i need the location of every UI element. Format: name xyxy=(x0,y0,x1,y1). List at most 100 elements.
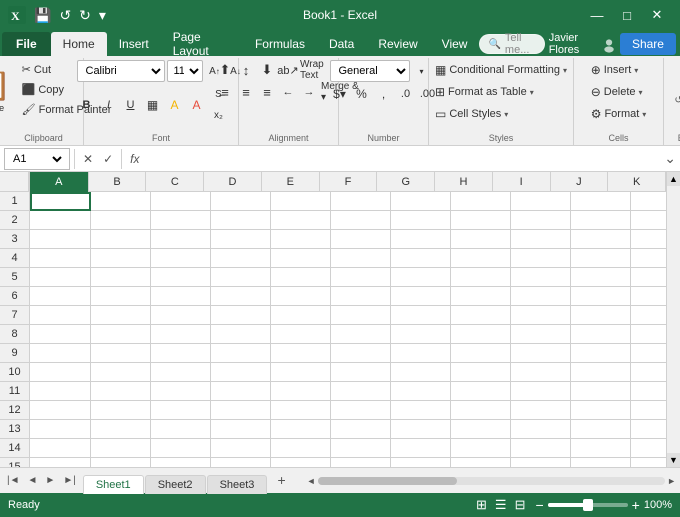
cell-B6[interactable] xyxy=(91,287,151,306)
cell-J2[interactable] xyxy=(571,211,631,230)
cell-H14[interactable] xyxy=(451,439,511,458)
cell-C1[interactable] xyxy=(151,192,211,211)
page-layout-view-btn[interactable]: ☰ xyxy=(493,495,509,515)
cell-A2[interactable] xyxy=(30,211,91,230)
cell-I2[interactable] xyxy=(511,211,571,230)
cell-H12[interactable] xyxy=(451,401,511,420)
cell-D10[interactable] xyxy=(211,363,271,382)
cell-K7[interactable] xyxy=(631,306,666,325)
cell-H2[interactable] xyxy=(451,211,511,230)
cell-B7[interactable] xyxy=(91,306,151,325)
cell-C3[interactable] xyxy=(151,230,211,249)
cell-F3[interactable] xyxy=(331,230,391,249)
cell-A12[interactable] xyxy=(30,401,91,420)
align-middle-btn[interactable]: ↕ xyxy=(236,60,256,80)
cell-F7[interactable] xyxy=(331,306,391,325)
cell-B10[interactable] xyxy=(91,363,151,382)
normal-view-btn[interactable]: ⊞ xyxy=(474,495,489,515)
cell-I12[interactable] xyxy=(511,401,571,420)
col-header-H[interactable]: H xyxy=(435,172,493,192)
scroll-thumb-h[interactable] xyxy=(318,477,457,485)
comma-btn[interactable]: , xyxy=(374,84,394,104)
cell-G2[interactable] xyxy=(391,211,451,230)
cell-J7[interactable] xyxy=(571,306,631,325)
cell-E14[interactable] xyxy=(271,439,331,458)
cell-I9[interactable] xyxy=(511,344,571,363)
col-header-D[interactable]: D xyxy=(204,172,262,192)
fill-color-button[interactable]: A xyxy=(165,95,185,115)
cell-J12[interactable] xyxy=(571,401,631,420)
col-header-A[interactable]: A xyxy=(30,172,89,192)
font-name-select[interactable]: Calibri xyxy=(77,60,165,82)
cell-I7[interactable] xyxy=(511,306,571,325)
cell-E10[interactable] xyxy=(271,363,331,382)
cell-J4[interactable] xyxy=(571,249,631,268)
cell-A5[interactable] xyxy=(30,268,91,287)
format-btn[interactable]: ⚙ Format ▾ xyxy=(584,104,654,124)
cell-G10[interactable] xyxy=(391,363,451,382)
cell-A11[interactable] xyxy=(30,382,91,401)
cell-B5[interactable] xyxy=(91,268,151,287)
cell-K5[interactable] xyxy=(631,268,666,287)
cell-E7[interactable] xyxy=(271,306,331,325)
horizontal-scrollbar[interactable]: ◄ ► xyxy=(303,476,680,486)
cell-D7[interactable] xyxy=(211,306,271,325)
col-header-G[interactable]: G xyxy=(377,172,435,192)
cell-I6[interactable] xyxy=(511,287,571,306)
cell-J5[interactable] xyxy=(571,268,631,287)
cell-K12[interactable] xyxy=(631,401,666,420)
cell-H15[interactable] xyxy=(451,458,511,467)
cell-H8[interactable] xyxy=(451,325,511,344)
cell-J3[interactable] xyxy=(571,230,631,249)
cell-F5[interactable] xyxy=(331,268,391,287)
align-center-btn[interactable]: ≡ xyxy=(236,82,256,102)
indent-decrease-btn[interactable]: ← xyxy=(278,82,298,102)
cell-H5[interactable] xyxy=(451,268,511,287)
formula-input[interactable] xyxy=(147,152,658,166)
cell-reference-select[interactable]: A1 xyxy=(9,152,65,166)
cell-E13[interactable] xyxy=(271,420,331,439)
cell-K8[interactable] xyxy=(631,325,666,344)
sheet-first-btn[interactable]: |◄ xyxy=(4,473,23,488)
cell-D6[interactable] xyxy=(211,287,271,306)
cell-C10[interactable] xyxy=(151,363,211,382)
cell-F1[interactable] xyxy=(331,192,391,211)
cell-C4[interactable] xyxy=(151,249,211,268)
cell-I10[interactable] xyxy=(511,363,571,382)
cell-C8[interactable] xyxy=(151,325,211,344)
cell-E8[interactable] xyxy=(271,325,331,344)
align-left-btn[interactable]: ≡ xyxy=(215,82,235,102)
cell-A3[interactable] xyxy=(30,230,91,249)
cell-K1[interactable] xyxy=(631,192,666,211)
cell-H9[interactable] xyxy=(451,344,511,363)
cell-A4[interactable] xyxy=(30,249,91,268)
cell-H10[interactable] xyxy=(451,363,511,382)
cell-K4[interactable] xyxy=(631,249,666,268)
add-sheet-button[interactable]: + xyxy=(268,468,294,492)
cell-A6[interactable] xyxy=(30,287,91,306)
align-right-btn[interactable]: ≡ xyxy=(257,82,277,102)
cell-B15[interactable] xyxy=(91,458,151,467)
share-button[interactable]: Share xyxy=(620,33,676,55)
cell-A13[interactable] xyxy=(30,420,91,439)
cell-F4[interactable] xyxy=(331,249,391,268)
scroll-up-btn[interactable]: ▲ xyxy=(667,172,680,186)
page-break-view-btn[interactable]: ⊟ xyxy=(513,495,528,515)
cell-A14[interactable] xyxy=(30,439,91,458)
cell-C15[interactable] xyxy=(151,458,211,467)
cell-I5[interactable] xyxy=(511,268,571,287)
col-header-J[interactable]: J xyxy=(551,172,609,192)
maximize-btn[interactable]: □ xyxy=(612,0,642,30)
minimize-btn[interactable]: — xyxy=(582,0,612,30)
sheet-tab-sheet2[interactable]: Sheet2 xyxy=(145,475,206,494)
cell-F12[interactable] xyxy=(331,401,391,420)
scroll-right-btn[interactable]: ► xyxy=(667,476,676,486)
cell-D15[interactable] xyxy=(211,458,271,467)
col-header-E[interactable]: E xyxy=(262,172,320,192)
vertical-scrollbar[interactable]: ▲ ▼ xyxy=(666,172,680,467)
cell-C6[interactable] xyxy=(151,287,211,306)
cell-J9[interactable] xyxy=(571,344,631,363)
cell-A15[interactable] xyxy=(30,458,91,467)
cell-F6[interactable] xyxy=(331,287,391,306)
sheet-last-btn[interactable]: ►| xyxy=(60,473,79,488)
